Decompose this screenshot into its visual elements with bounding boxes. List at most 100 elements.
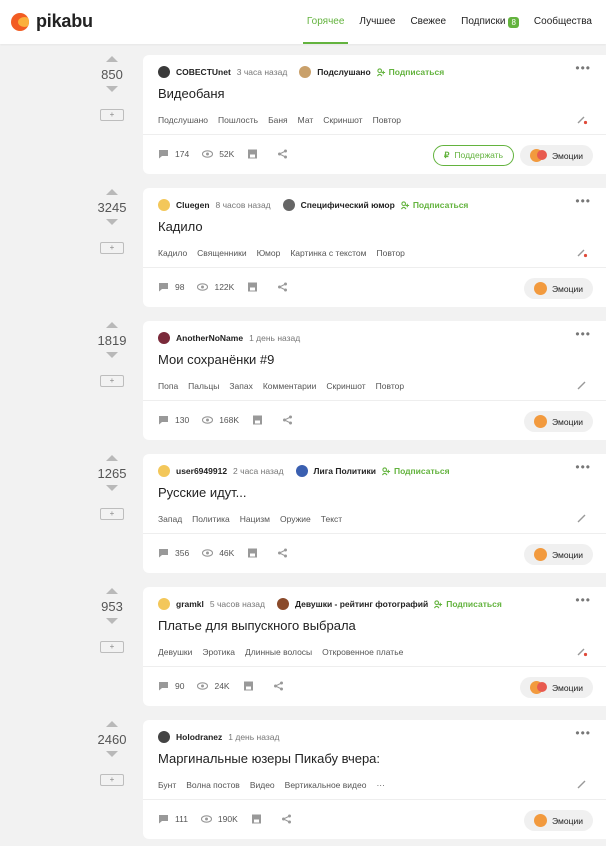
support-button[interactable]: ₽ Поддержать xyxy=(433,145,514,166)
tag[interactable]: Скриншот xyxy=(326,381,365,391)
edit-tags-icon[interactable] xyxy=(576,645,588,657)
downvote-icon[interactable] xyxy=(106,618,118,624)
nav-best[interactable]: Лучшее xyxy=(359,0,395,44)
downvote-icon[interactable] xyxy=(106,485,118,491)
tag[interactable]: Картинка с текстом xyxy=(290,248,366,258)
save-story-button[interactable]: + xyxy=(100,242,124,254)
tag[interactable]: Девушки xyxy=(158,647,192,657)
subscribe-button[interactable]: Подписаться xyxy=(376,67,444,77)
tag[interactable]: Волна постов xyxy=(186,780,240,790)
nav-communities[interactable]: Сообщества xyxy=(534,0,592,44)
save-stat[interactable] xyxy=(247,149,264,159)
story-title[interactable]: Видеобаня xyxy=(158,86,225,101)
tag[interactable]: Запад xyxy=(158,514,182,524)
downvote-icon[interactable] xyxy=(106,751,118,757)
upvote-icon[interactable] xyxy=(106,455,118,461)
tag[interactable]: Вертикальное видео xyxy=(285,780,367,790)
share-stat[interactable] xyxy=(277,149,294,159)
edit-tags-icon[interactable] xyxy=(576,512,588,524)
tag[interactable]: Попа xyxy=(158,381,178,391)
tag[interactable]: Мат xyxy=(298,115,314,125)
tag[interactable]: Политика xyxy=(192,514,230,524)
author-avatar[interactable] xyxy=(158,199,170,211)
tag[interactable]: Повтор xyxy=(373,115,401,125)
community-avatar[interactable] xyxy=(276,598,289,610)
tag[interactable]: Бунт xyxy=(158,780,176,790)
tag[interactable]: Эротика xyxy=(202,647,235,657)
nav-hot[interactable]: Горячее xyxy=(302,0,348,44)
comments-stat[interactable]: 356 xyxy=(158,548,189,558)
community-name[interactable]: Девушки - рейтинг фотографий xyxy=(295,599,428,609)
emotions-button[interactable]: Эмоции xyxy=(524,411,593,432)
emotions-button[interactable]: Эмоции xyxy=(524,810,593,831)
community-name[interactable]: Подслушано xyxy=(317,67,370,77)
share-stat[interactable] xyxy=(273,681,290,691)
comments-stat[interactable]: 130 xyxy=(158,415,189,425)
share-stat[interactable] xyxy=(282,415,299,425)
community-name[interactable]: Лига Политики xyxy=(314,466,376,476)
edit-tags-icon[interactable] xyxy=(576,778,588,790)
tag[interactable]: Кадило xyxy=(158,248,187,258)
subscribe-button[interactable]: Подписаться xyxy=(381,466,450,476)
nav-subscriptions[interactable]: Подписки 8 xyxy=(461,0,519,44)
save-stat[interactable] xyxy=(251,814,268,824)
story-title[interactable]: Русские идут... xyxy=(158,485,247,500)
community-avatar[interactable] xyxy=(282,199,295,211)
author-avatar[interactable] xyxy=(158,731,170,743)
tag[interactable]: Подслушано xyxy=(158,115,208,125)
emotions-button[interactable]: Эмоции xyxy=(520,145,593,166)
save-stat[interactable] xyxy=(243,681,260,691)
save-story-button[interactable]: + xyxy=(100,641,124,653)
save-stat[interactable] xyxy=(247,548,264,558)
comments-stat[interactable]: 111 xyxy=(158,814,188,824)
comments-stat[interactable]: 98 xyxy=(158,282,184,292)
edit-tags-icon[interactable] xyxy=(576,246,588,258)
edit-tags-icon[interactable] xyxy=(576,379,588,391)
tag[interactable]: Нацизм xyxy=(240,514,270,524)
tag[interactable]: Текст xyxy=(321,514,342,524)
share-stat[interactable] xyxy=(277,282,294,292)
save-story-button[interactable]: + xyxy=(100,375,124,387)
story-title[interactable]: Маргинальные юзеры Пикабу вчера: xyxy=(158,751,380,766)
tag[interactable]: Пошлость xyxy=(218,115,258,125)
logo[interactable]: pikabu xyxy=(11,11,93,32)
story-title[interactable]: Кадило xyxy=(158,219,203,234)
tag[interactable]: Баня xyxy=(268,115,288,125)
subscribe-button[interactable]: Подписаться xyxy=(400,200,468,210)
more-options-icon[interactable]: ••• xyxy=(575,62,591,74)
author-avatar[interactable] xyxy=(158,465,170,477)
more-options-icon[interactable]: ••• xyxy=(575,328,591,340)
tag[interactable]: Запах xyxy=(229,381,252,391)
tag[interactable]: Священники xyxy=(197,248,246,258)
nav-fresh[interactable]: Свежее xyxy=(410,0,446,44)
emotions-button[interactable]: Эмоции xyxy=(524,544,593,565)
tag[interactable]: Комментарии xyxy=(263,381,317,391)
emotions-button[interactable]: Эмоции xyxy=(524,278,593,299)
upvote-icon[interactable] xyxy=(106,56,118,62)
downvote-icon[interactable] xyxy=(106,219,118,225)
tag[interactable]: Оружие xyxy=(280,514,311,524)
author-name[interactable]: AnotherNoName xyxy=(176,333,243,343)
save-story-button[interactable]: + xyxy=(100,109,124,121)
save-story-button[interactable]: + xyxy=(100,774,124,786)
community-avatar[interactable] xyxy=(295,465,308,477)
community-name[interactable]: Специфический юмор xyxy=(301,200,395,210)
save-stat[interactable] xyxy=(252,415,269,425)
author-name[interactable]: Holodranez xyxy=(176,732,222,742)
downvote-icon[interactable] xyxy=(106,352,118,358)
story-title[interactable]: Платье для выпускного выбрала xyxy=(158,618,356,633)
author-name[interactable]: Cluegen xyxy=(176,200,210,210)
tag[interactable]: Повтор xyxy=(376,381,404,391)
edit-tags-icon[interactable] xyxy=(576,113,588,125)
tag[interactable]: Пальцы xyxy=(188,381,219,391)
tag[interactable]: Скриншот xyxy=(323,115,362,125)
upvote-icon[interactable] xyxy=(106,189,118,195)
author-avatar[interactable] xyxy=(158,66,170,78)
save-story-button[interactable]: + xyxy=(100,508,124,520)
tag[interactable]: Длинные волосы xyxy=(245,647,312,657)
emotions-button[interactable]: Эмоции xyxy=(520,677,593,698)
comments-stat[interactable]: 90 xyxy=(158,681,184,691)
more-tags-icon[interactable]: ··· xyxy=(376,780,385,790)
more-options-icon[interactable]: ••• xyxy=(575,195,591,207)
author-name[interactable]: gramkl xyxy=(176,599,204,609)
